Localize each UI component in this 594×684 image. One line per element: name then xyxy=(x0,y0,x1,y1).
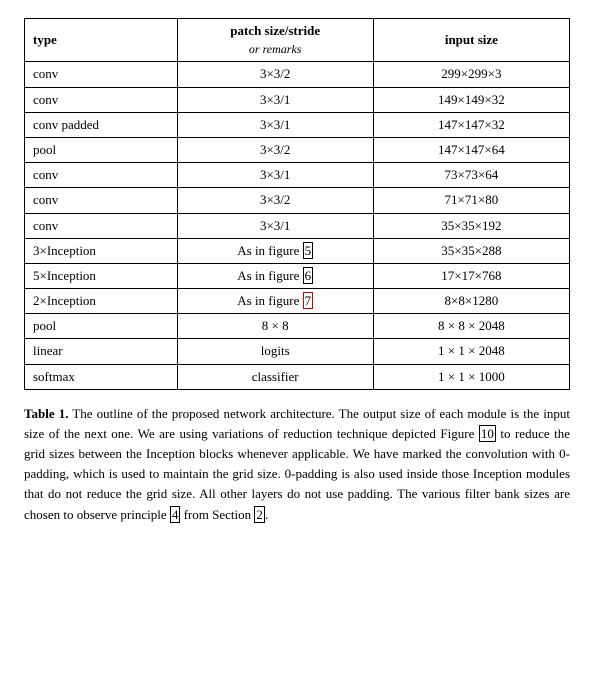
table-row: conv3×3/1149×149×32 xyxy=(25,87,570,112)
cell-patch: 3×3/2 xyxy=(177,62,373,87)
input-label: input size xyxy=(445,32,498,47)
col-input-header: input size xyxy=(373,19,569,62)
table-row: 5×InceptionAs in figure 617×17×768 xyxy=(25,263,570,288)
table-row: pool8 × 88 × 8 × 2048 xyxy=(25,314,570,339)
cell-input: 17×17×768 xyxy=(373,263,569,288)
cell-type: linear xyxy=(25,339,178,364)
cell-input: 73×73×64 xyxy=(373,163,569,188)
table-row: conv3×3/173×73×64 xyxy=(25,163,570,188)
table-row: pool3×3/2147×147×64 xyxy=(25,137,570,162)
cell-input: 35×35×288 xyxy=(373,238,569,263)
cell-patch: As in figure 7 xyxy=(177,289,373,314)
cell-type: pool xyxy=(25,137,178,162)
cell-type: conv xyxy=(25,62,178,87)
cell-type: conv xyxy=(25,213,178,238)
ref-4: 4 xyxy=(170,506,181,523)
patch-label-main: patch size/stride xyxy=(230,23,320,38)
cell-type: pool xyxy=(25,314,178,339)
col-type-header: type xyxy=(25,19,178,62)
cell-type: softmax xyxy=(25,364,178,389)
ref-2: 2 xyxy=(254,506,265,523)
cell-patch: As in figure 6 xyxy=(177,263,373,288)
cell-patch: 3×3/1 xyxy=(177,112,373,137)
caption-label: Table 1. xyxy=(24,406,68,421)
table-row: conv padded3×3/1147×147×32 xyxy=(25,112,570,137)
caption-text4: . xyxy=(265,507,268,522)
table-row: conv3×3/135×35×192 xyxy=(25,213,570,238)
cell-type: 2×Inception xyxy=(25,289,178,314)
cell-patch: 3×3/1 xyxy=(177,87,373,112)
cell-input: 35×35×192 xyxy=(373,213,569,238)
cell-patch: As in figure 5 xyxy=(177,238,373,263)
table-row: 2×InceptionAs in figure 78×8×1280 xyxy=(25,289,570,314)
cell-patch: logits xyxy=(177,339,373,364)
col-patch-header: patch size/stride or remarks xyxy=(177,19,373,62)
cell-type: 5×Inception xyxy=(25,263,178,288)
table-row: 3×InceptionAs in figure 535×35×288 xyxy=(25,238,570,263)
cell-input: 8 × 8 × 2048 xyxy=(373,314,569,339)
cell-input: 147×147×32 xyxy=(373,112,569,137)
cell-input: 1 × 1 × 2048 xyxy=(373,339,569,364)
cell-patch: classifier xyxy=(177,364,373,389)
table-row: conv3×3/271×71×80 xyxy=(25,188,570,213)
cell-input: 71×71×80 xyxy=(373,188,569,213)
table-row: conv3×3/2299×299×3 xyxy=(25,62,570,87)
cell-type: conv padded xyxy=(25,112,178,137)
cell-patch: 3×3/2 xyxy=(177,137,373,162)
cell-type: conv xyxy=(25,163,178,188)
table-row: softmaxclassifier1 × 1 × 1000 xyxy=(25,364,570,389)
cell-patch: 3×3/1 xyxy=(177,213,373,238)
cell-input: 147×147×64 xyxy=(373,137,569,162)
ref-10: 10 xyxy=(479,425,496,442)
cell-patch: 3×3/2 xyxy=(177,188,373,213)
cell-type: conv xyxy=(25,87,178,112)
cell-input: 299×299×3 xyxy=(373,62,569,87)
cell-patch: 8 × 8 xyxy=(177,314,373,339)
cell-input: 8×8×1280 xyxy=(373,289,569,314)
table-row: linearlogits1 × 1 × 2048 xyxy=(25,339,570,364)
cell-type: conv xyxy=(25,188,178,213)
architecture-table: type patch size/stride or remarks input … xyxy=(24,18,570,390)
caption-text3: from Section xyxy=(180,507,254,522)
cell-type: 3×Inception xyxy=(25,238,178,263)
type-label: type xyxy=(33,32,57,47)
table-caption: Table 1. The outline of the proposed net… xyxy=(24,404,570,525)
cell-input: 149×149×32 xyxy=(373,87,569,112)
cell-patch: 3×3/1 xyxy=(177,163,373,188)
patch-label-sub: or remarks xyxy=(249,42,302,56)
cell-input: 1 × 1 × 1000 xyxy=(373,364,569,389)
